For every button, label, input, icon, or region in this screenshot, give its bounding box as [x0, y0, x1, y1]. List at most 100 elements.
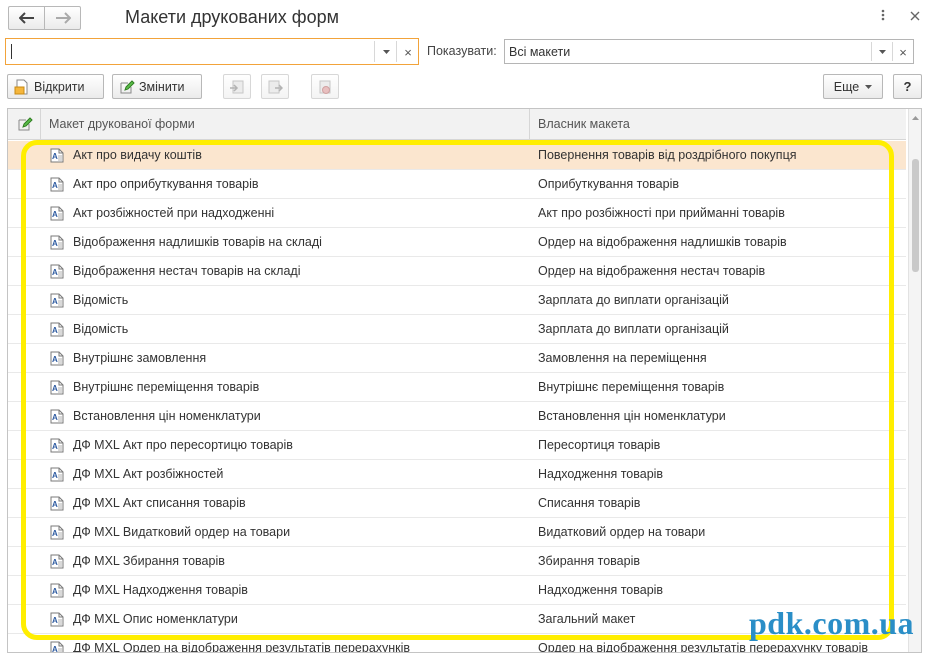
chevron-down-icon: [878, 50, 886, 54]
svg-text:A: A: [52, 297, 58, 306]
search-clear-button[interactable]: ×: [398, 41, 418, 63]
table-row[interactable]: A ДФ MXL Видатковий ордер на товари Видатк…: [8, 518, 906, 547]
cell-layout-name: Акт про видачу коштів: [73, 148, 202, 162]
svg-text:A: A: [52, 587, 58, 596]
table-row[interactable]: A ДФ MXL Збирання товарів Збирання товарів: [8, 547, 906, 576]
svg-text:A: A: [52, 384, 58, 393]
close-icon[interactable]: [910, 8, 920, 24]
more-button[interactable]: Еще: [823, 74, 883, 99]
column-header-owner[interactable]: Власник макета: [530, 109, 906, 140]
filter-select[interactable]: Всі макети ×: [504, 39, 914, 64]
print-layout-icon: A: [50, 641, 64, 653]
scrollbar-thumb[interactable]: [912, 159, 919, 272]
arrow-left-icon: [18, 12, 34, 24]
cell-layout-name: Відомість: [73, 322, 129, 336]
svg-text:A: A: [52, 413, 58, 422]
column-header-layout[interactable]: Макет друкованої форми: [41, 109, 529, 140]
svg-text:A: A: [52, 645, 58, 653]
table-header: Макет друкованої форми Власник макета: [8, 109, 906, 140]
cell-layout-name: ДФ MXL Опис номенклатури: [73, 612, 238, 626]
print-layout-icon: A: [50, 177, 64, 192]
svg-text:A: A: [52, 210, 58, 219]
export-layout-button[interactable]: [261, 74, 289, 99]
cell-layout-name: Відображення нестач товарів на складі: [73, 264, 301, 278]
cell-layout-name: Акт розбіжностей при надходженні: [73, 206, 275, 220]
cell-layout-name: ДФ MXL Надходження товарів: [73, 583, 248, 597]
delete-layout-button[interactable]: [311, 74, 339, 99]
delete-icon: [319, 80, 331, 94]
cell-owner: Ордер на відображення нестач товарів: [538, 264, 766, 278]
table-row[interactable]: A Відображення надлишків товарів на склад…: [8, 228, 906, 257]
svg-text:A: A: [52, 529, 58, 538]
cell-owner: Акт про розбіжності при прийманні товарі…: [538, 206, 785, 220]
forward-button[interactable]: [44, 6, 81, 30]
chevron-down-icon: [865, 84, 873, 89]
cell-owner: Зарплата до виплати організацій: [538, 293, 729, 307]
svg-text:A: A: [52, 355, 58, 364]
cell-layout-name: Акт про оприбуткування товарів: [73, 177, 259, 191]
svg-text:A: A: [52, 442, 58, 451]
search-input[interactable]: ×: [5, 38, 419, 65]
open-button-label: Відкрити: [34, 79, 85, 94]
more-vertical-icon[interactable]: [881, 8, 885, 24]
print-layout-icon: A: [50, 438, 64, 453]
print-layout-icon: A: [50, 235, 64, 250]
cell-layout-name: ДФ MXL Акт про пересортицю товарів: [73, 438, 293, 452]
table-row[interactable]: A ДФ MXL Акт про пересортицю товарів Перес…: [8, 431, 906, 460]
svg-text:A: A: [52, 326, 58, 335]
more-button-label: Еще: [833, 79, 860, 94]
table-row[interactable]: A Внутрішнє переміщення товарів Внутрішнє …: [8, 373, 906, 402]
table-row[interactable]: A Акт розбіжностей при надходженні Акт про…: [8, 199, 906, 228]
table-row[interactable]: A ДФ MXL Акт розбіжностей Надходження това…: [8, 460, 906, 489]
print-layout-icon: A: [50, 525, 64, 540]
search-dropdown-button[interactable]: [376, 41, 396, 63]
filter-dropdown-button[interactable]: [872, 41, 892, 63]
table-row[interactable]: A Відомість Зарплата до виплати організаці…: [8, 286, 906, 315]
table-row[interactable]: A Внутрішнє замовлення Замовлення на перем…: [8, 344, 906, 373]
import-icon: [230, 80, 244, 93]
cell-owner: Ордер на відображення надлишків товарів: [538, 235, 787, 249]
cell-layout-name: Відображення надлишків товарів на складі: [73, 235, 322, 249]
cell-layout-name: Внутрішнє замовлення: [73, 351, 207, 365]
vertical-scrollbar[interactable]: [908, 109, 921, 652]
cell-owner: Замовлення на переміщення: [538, 351, 707, 365]
table-row[interactable]: A ДФ MXL Надходження товарів Надходження т…: [8, 576, 906, 605]
back-button[interactable]: [8, 6, 45, 30]
table-row[interactable]: A Відомість Зарплата до виплати організаці…: [8, 315, 906, 344]
table-row[interactable]: A Відображення нестач товарів на складі Ор…: [8, 257, 906, 286]
print-layout-icon: A: [50, 380, 64, 395]
print-layout-icon: A: [50, 583, 64, 598]
arrow-right-icon: [55, 12, 71, 24]
cell-owner: Надходження товарів: [538, 467, 664, 481]
cell-owner: Оприбуткування товарів: [538, 177, 680, 191]
table-row[interactable]: A ДФ MXL Акт списання товарів Списання тов…: [8, 489, 906, 518]
svg-text:A: A: [52, 239, 58, 248]
print-layout-icon: A: [50, 351, 64, 366]
svg-text:A: A: [52, 268, 58, 277]
help-button[interactable]: ?: [893, 74, 922, 99]
edit-button[interactable]: Змінити: [112, 74, 202, 99]
cell-layout-name: ДФ MXL Збирання товарів: [73, 554, 225, 568]
table-row[interactable]: A Акт про видачу коштів Повернення товарів…: [8, 141, 906, 170]
layouts-table: Макет друкованої форми Власник макета A А…: [7, 108, 922, 653]
import-layout-button[interactable]: [223, 74, 251, 99]
cell-owner: Встановлення цін номенклатури: [538, 409, 726, 423]
table-row[interactable]: A Акт про оприбуткування товарів Оприбутку…: [8, 170, 906, 199]
page-title: Макети друкованих форм: [125, 7, 339, 27]
print-layout-icon: A: [50, 293, 64, 308]
cell-owner: Списання товарів: [538, 496, 641, 510]
chevron-down-icon: [382, 50, 390, 54]
print-layout-icon: A: [50, 554, 64, 569]
cell-owner: Внутрішнє переміщення товарів: [538, 380, 725, 394]
table-row[interactable]: A Встановлення цін номенклатури Встановлен…: [8, 402, 906, 431]
open-document-icon: [14, 79, 28, 94]
edit-column-icon: [17, 116, 33, 135]
open-button[interactable]: Відкрити: [7, 74, 104, 99]
scroll-up-icon[interactable]: [909, 113, 922, 123]
edit-pencil-icon: [120, 79, 135, 93]
filter-clear-button[interactable]: ×: [893, 41, 913, 63]
table-body: A Акт про видачу коштів Повернення товарів…: [8, 141, 906, 653]
print-layout-icon: A: [50, 264, 64, 279]
svg-text:A: A: [52, 471, 58, 480]
filter-label: Показувати:: [427, 44, 497, 58]
